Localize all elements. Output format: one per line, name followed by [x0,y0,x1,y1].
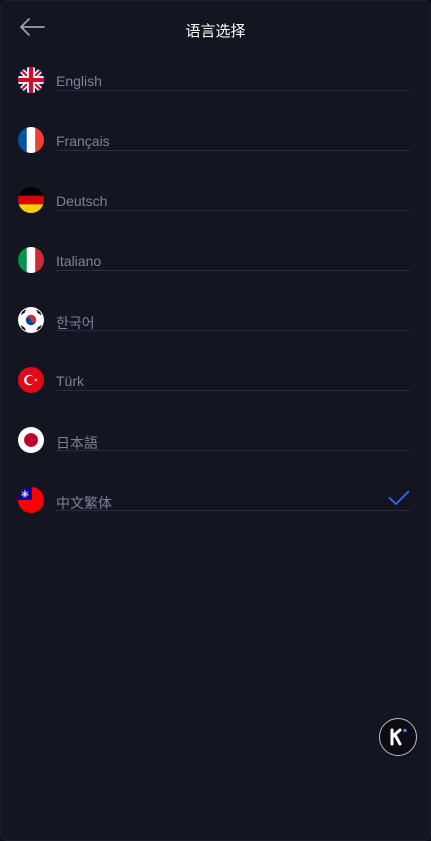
language-item-turkish[interactable]: Türk [1,361,430,421]
turkey-flag-icon [18,367,44,393]
korea-flag-icon [18,307,44,333]
language-label: Italiano [56,253,102,269]
divider [56,150,410,151]
language-label: Deutsch [56,193,108,209]
language-item-traditional-chinese[interactable]: 中文繁体 [1,481,430,541]
header: 语言选择 [1,1,430,57]
language-item-korean[interactable]: 한국어 [1,301,430,361]
france-flag-icon [18,127,44,153]
app-logo-button[interactable] [379,718,417,756]
language-select-screen: 语言选择 English Français Deutsch Italiano 한… [0,0,431,841]
language-item-german[interactable]: Deutsch [1,181,430,241]
divider [56,450,410,451]
divider [56,510,410,511]
page-title: 语言选择 [185,23,246,40]
uk-flag-icon [18,67,44,93]
divider [56,330,410,331]
checkmark-icon [388,490,410,505]
language-label: Türk [56,373,84,389]
divider [56,210,410,211]
language-label: Français [56,133,110,149]
language-item-french[interactable]: Français [1,121,430,181]
japan-flag-icon [18,427,44,453]
divider [56,270,410,271]
language-list: English Français Deutsch Italiano 한국어 Tü… [1,61,430,541]
language-item-english[interactable]: English [1,61,430,121]
divider [56,390,410,391]
italy-flag-icon [18,247,44,273]
language-label: English [56,73,102,89]
germany-flag-icon [18,187,44,213]
language-item-italian[interactable]: Italiano [1,241,430,301]
divider [56,90,410,91]
language-item-japanese[interactable]: 日本語 [1,421,430,481]
taiwan-flag-icon [18,487,44,513]
k-logo-icon [390,728,407,746]
